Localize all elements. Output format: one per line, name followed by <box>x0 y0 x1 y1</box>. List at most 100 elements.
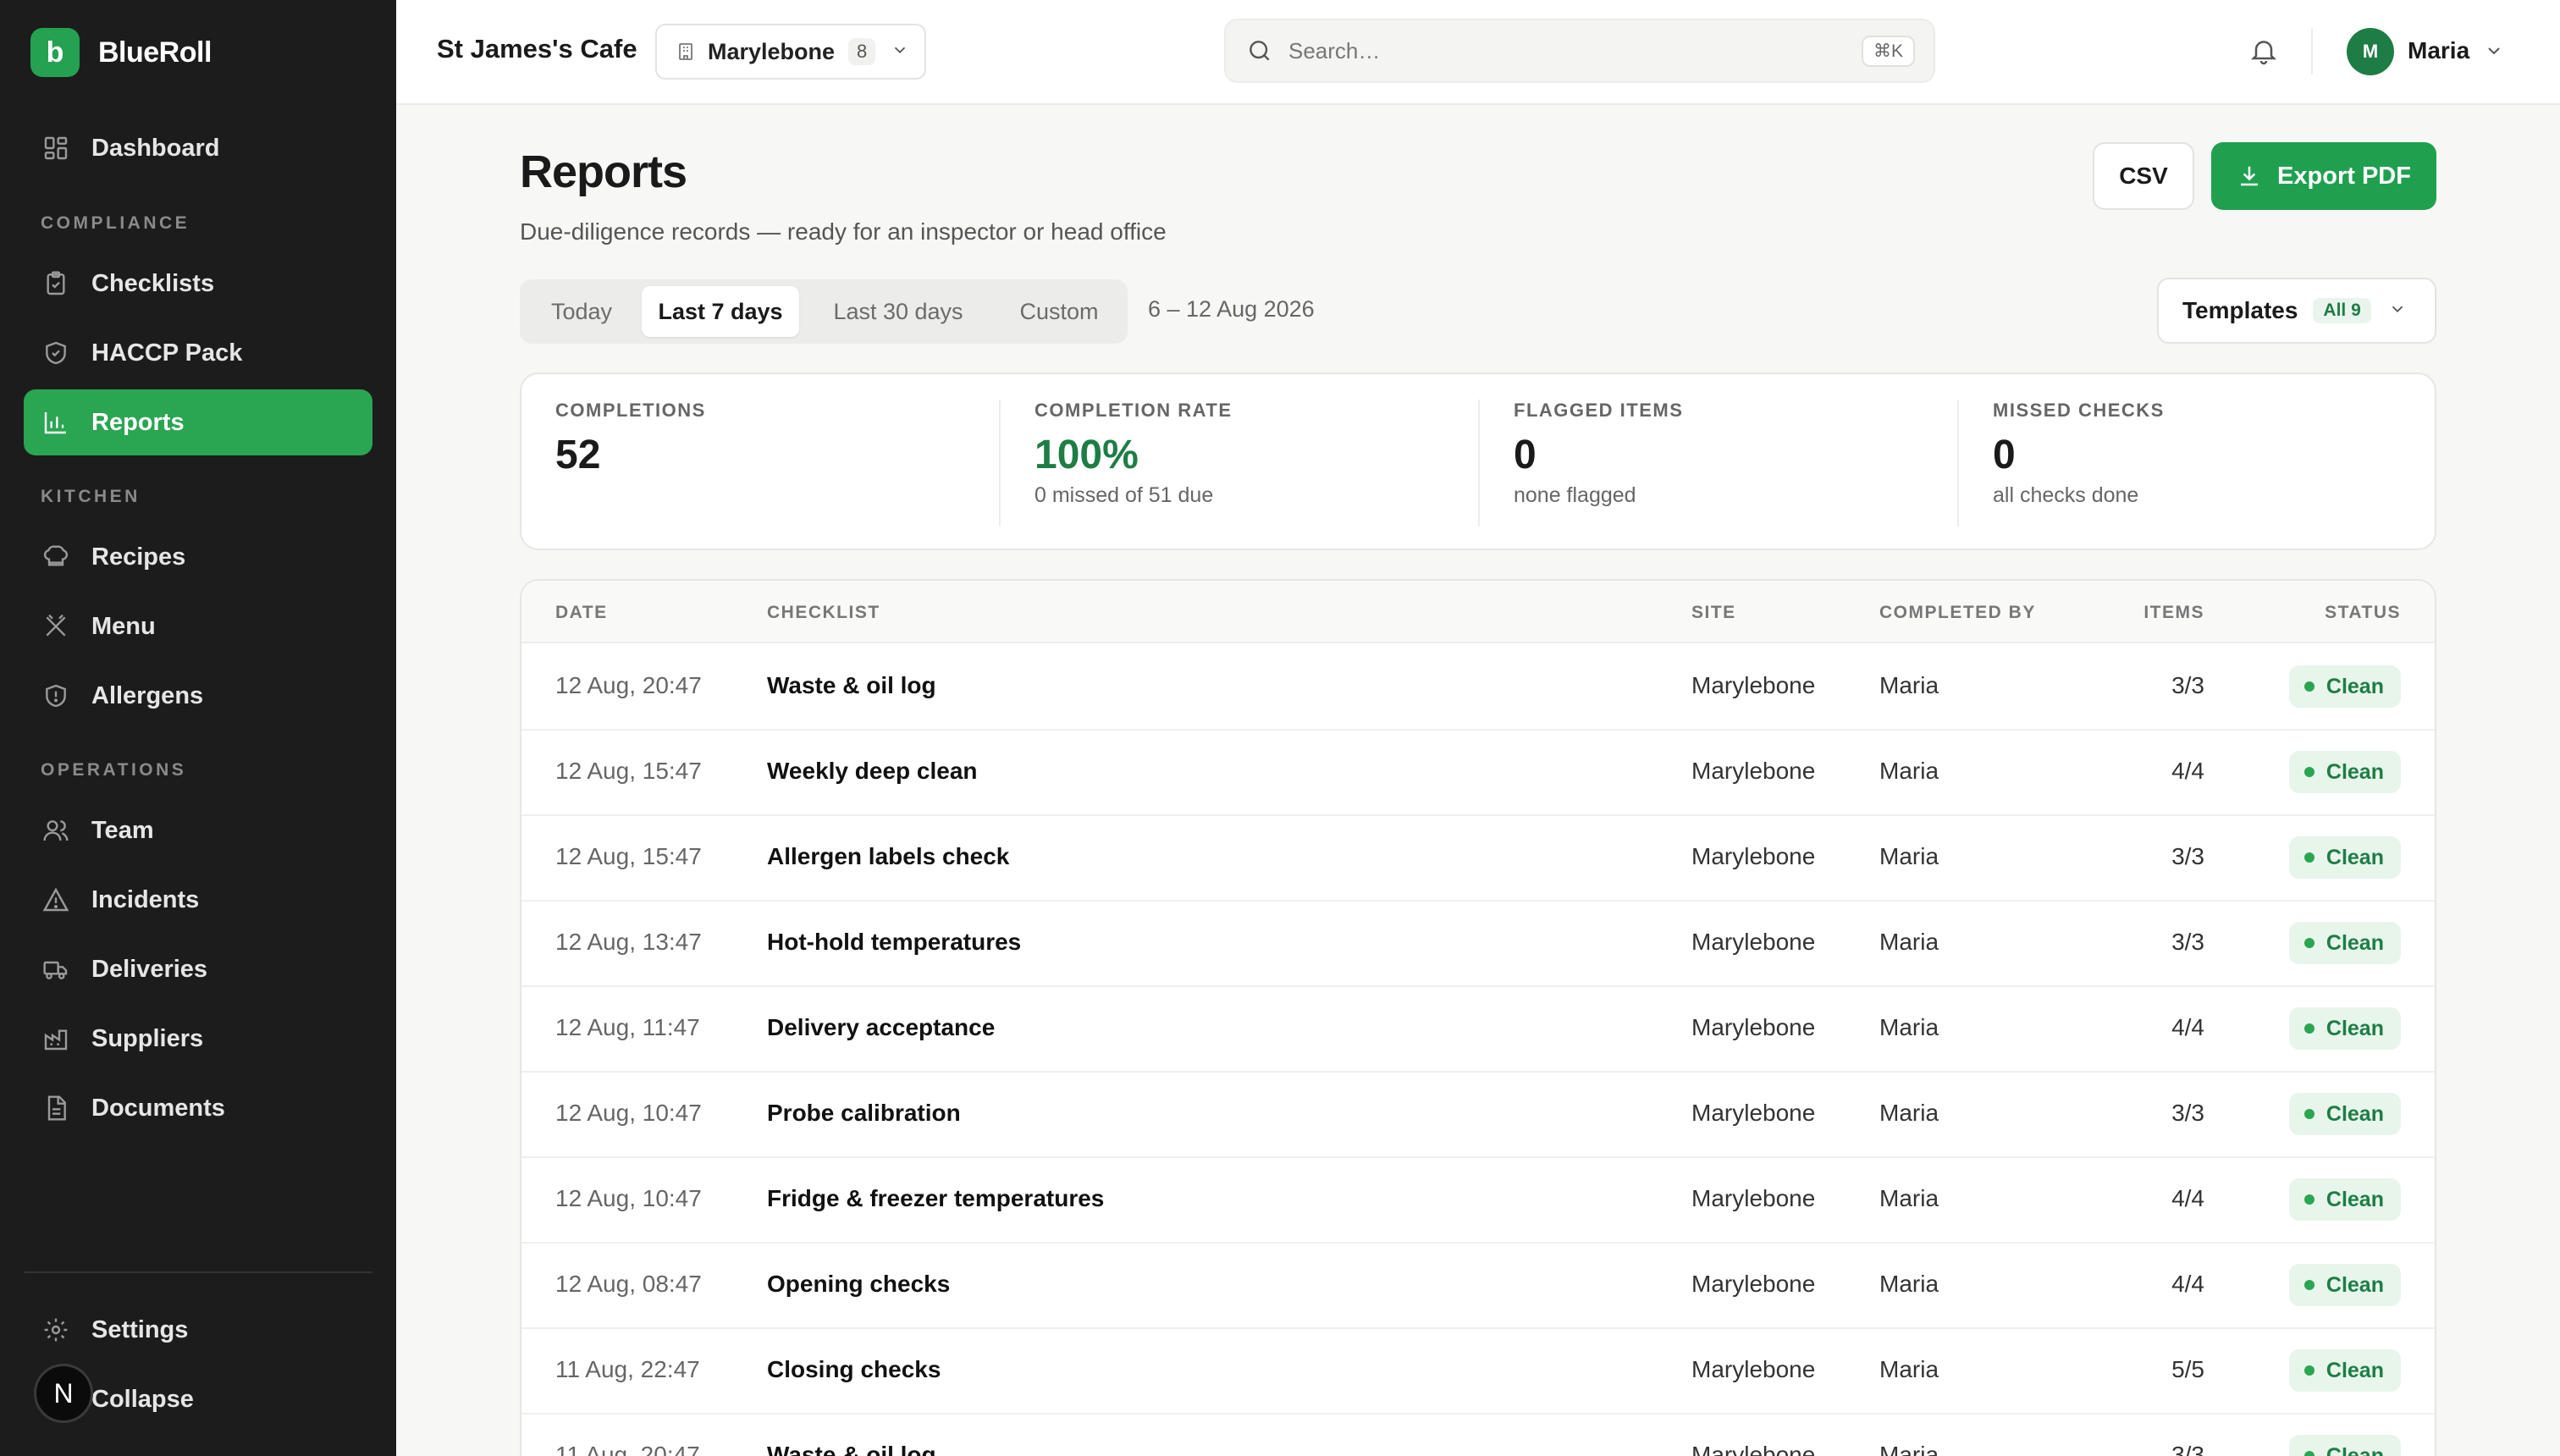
tab-last-30-days[interactable]: Last 30 days <box>804 286 992 337</box>
column-header-site[interactable]: SITE <box>1691 603 1736 623</box>
tab-custom[interactable]: Custom <box>997 286 1121 337</box>
tab-last-7-days[interactable]: Last 7 days <box>642 286 799 337</box>
stat-label: MISSED CHECKS <box>1993 400 2165 421</box>
export-pdf-button[interactable]: Export PDF <box>2211 142 2436 210</box>
chef-hat-icon <box>41 542 71 572</box>
row-date: 12 Aug, 15:47 <box>555 843 702 869</box>
status-badge: Clean <box>2288 1435 2401 1456</box>
avatar[interactable]: M <box>2347 28 2394 75</box>
period-tabs: Today Last 7 days Last 30 days Custom <box>520 279 1128 344</box>
column-header-date[interactable]: DATE <box>555 603 608 623</box>
row-completed-by: Maria <box>1879 1356 1939 1382</box>
status-dot-icon <box>2303 852 2314 863</box>
row-items: 5/5 <box>2171 1356 2204 1382</box>
utensils-icon <box>41 611 71 642</box>
row-items: 4/4 <box>2171 1185 2204 1211</box>
app: b BlueRoll Dashboard COMPLIANCE Checklis… <box>0 0 2560 1456</box>
site-selector[interactable]: Marylebone 8 <box>655 24 926 80</box>
sidebar-item-allergens[interactable]: Allergens <box>24 663 372 729</box>
sidebar-item-label: Incidents <box>91 885 200 913</box>
csv-button[interactable]: CSV <box>2093 142 2194 210</box>
sidebar-item-reports[interactable]: Reports <box>24 389 372 455</box>
column-header-checklist[interactable]: CHECKLIST <box>767 603 880 623</box>
sidebar-item-menu[interactable]: Menu <box>24 593 372 659</box>
table-row[interactable]: 12 Aug, 08:47 Opening checks Marylebone Mar… <box>521 1244 2435 1329</box>
status-badge: Clean <box>2288 665 2401 708</box>
status-dot-icon <box>2303 938 2314 948</box>
stat-divider <box>1957 400 1959 527</box>
column-header-items[interactable]: ITEMS <box>2143 603 2204 623</box>
status-label: Clean <box>2326 1443 2384 1456</box>
table-row[interactable]: 12 Aug, 15:47 Allergen labels check Maryle… <box>521 816 2435 902</box>
status-label: Clean <box>2326 1101 2384 1126</box>
row-checklist: Weekly deep clean <box>767 758 978 784</box>
table-row[interactable]: 12 Aug, 13:47 Hot-hold temperatures Maryle… <box>521 902 2435 987</box>
stat-completions: COMPLETIONS 52 <box>555 400 706 527</box>
column-header-completed-by[interactable]: COMPLETED BY <box>1879 603 2036 623</box>
tab-today[interactable]: Today <box>527 286 637 337</box>
status-label: Clean <box>2326 845 2384 869</box>
stat-label: COMPLETIONS <box>555 400 706 421</box>
search-input[interactable]: Search… ⌘K <box>1224 19 1935 83</box>
row-date: 12 Aug, 10:47 <box>555 1185 702 1211</box>
templates-filter[interactable]: Templates All 9 <box>2157 278 2436 344</box>
table-row[interactable]: 12 Aug, 10:47 Fridge & freezer temperatur… <box>521 1158 2435 1244</box>
row-items: 4/4 <box>2171 1014 2204 1040</box>
user-name[interactable]: Maria <box>2408 37 2469 64</box>
status-badge: Clean <box>2288 1178 2401 1221</box>
search-icon <box>1246 37 1273 64</box>
sidebar-item-dashboard[interactable]: Dashboard <box>24 115 372 181</box>
sidebar-item-haccp-pack[interactable]: HACCP Pack <box>24 320 372 386</box>
table-row[interactable]: 11 Aug, 22:47 Closing checks Marylebone Mar… <box>521 1329 2435 1415</box>
row-completed-by: Maria <box>1879 1442 1939 1456</box>
sidebar-item-incidents[interactable]: Incidents <box>24 867 372 933</box>
table-row[interactable]: 11 Aug, 20:47 Waste & oil log Marylebone Ma… <box>521 1415 2435 1456</box>
column-header-status[interactable]: STATUS <box>2325 603 2401 623</box>
table-row[interactable]: 12 Aug, 15:47 Weekly deep clean Marylebone… <box>521 731 2435 816</box>
sidebar-item-checklists[interactable]: Checklists <box>24 251 372 317</box>
warning-icon <box>41 885 71 915</box>
row-completed-by: Maria <box>1879 843 1939 869</box>
stat-completion-rate: COMPLETION RATE 100% 0 missed of 51 due <box>1034 400 1233 527</box>
row-items: 3/3 <box>2171 1100 2204 1126</box>
sidebar-item-recipes[interactable]: Recipes <box>24 524 372 590</box>
row-date: 12 Aug, 08:47 <box>555 1271 702 1297</box>
sidebar-item-label: Documents <box>91 1094 225 1122</box>
row-site: Marylebone <box>1691 1442 1816 1456</box>
row-date: 12 Aug, 11:47 <box>555 1014 700 1040</box>
sidebar-item-team[interactable]: Team <box>24 797 372 863</box>
row-date: 12 Aug, 10:47 <box>555 1100 702 1126</box>
brand[interactable]: b BlueRoll <box>30 27 212 78</box>
row-completed-by: Maria <box>1879 672 1939 698</box>
row-items: 3/3 <box>2171 843 2204 869</box>
chevron-down-icon[interactable] <box>2484 41 2504 65</box>
chevron-down-icon <box>2388 297 2407 324</box>
stat-note: none flagged <box>1514 483 1636 507</box>
row-items: 4/4 <box>2171 758 2204 784</box>
page-title: Reports <box>520 146 687 197</box>
dev-tools-badge[interactable]: N <box>34 1364 93 1423</box>
sidebar-item-label: Deliveries <box>91 955 208 983</box>
sidebar-item-settings[interactable]: Settings <box>24 1297 372 1363</box>
row-site: Marylebone <box>1691 929 1816 955</box>
status-label: Clean <box>2326 1272 2384 1297</box>
stat-value: 0 <box>1993 433 2016 477</box>
bell-icon[interactable] <box>2248 36 2279 70</box>
sidebar-item-documents[interactable]: Documents <box>24 1075 372 1141</box>
row-completed-by: Maria <box>1879 1185 1939 1211</box>
stat-note: all checks done <box>1993 483 2139 507</box>
status-label: Clean <box>2326 759 2384 784</box>
table-row[interactable]: 12 Aug, 20:47 Waste & oil log Marylebone Ma… <box>521 645 2435 731</box>
row-date: 11 Aug, 20:47 <box>555 1442 700 1456</box>
stat-value: 0 <box>1514 433 1537 477</box>
table-row[interactable]: 12 Aug, 10:47 Probe calibration Marylebone… <box>521 1073 2435 1158</box>
topbar: St James's Cafe Marylebone 8 Search… ⌘K … <box>396 0 2560 105</box>
table-row[interactable]: 12 Aug, 11:47 Delivery acceptance Marylebo… <box>521 987 2435 1073</box>
status-dot-icon <box>2303 1194 2314 1205</box>
sidebar-item-suppliers[interactable]: Suppliers <box>24 1006 372 1072</box>
row-checklist: Allergen labels check <box>767 843 1010 869</box>
sidebar-divider <box>24 1271 372 1273</box>
row-site: Marylebone <box>1691 1356 1816 1382</box>
sidebar-item-deliveries[interactable]: Deliveries <box>24 936 372 1002</box>
sidebar-item-label: Reports <box>91 408 185 436</box>
